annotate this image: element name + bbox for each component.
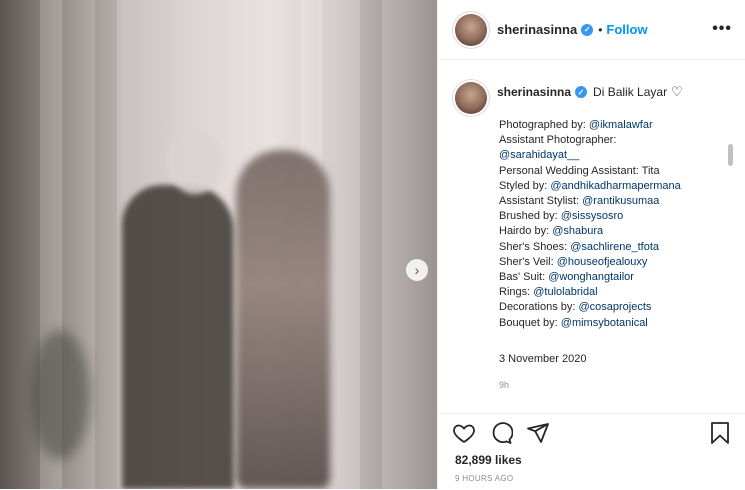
groom-silhouette [122, 185, 234, 489]
mention-link[interactable]: @cosaprojects [578, 301, 651, 313]
mention-link[interactable]: @rantikusumaa [582, 195, 659, 207]
caption-line: Personal Wedding Assistant: Tita [499, 164, 729, 179]
caption-line: Brushed by: @sissysosro [499, 209, 729, 224]
caption-label: Styled by: [499, 179, 551, 192]
caption-line: Bouquet by: @mimsybotanical [499, 316, 729, 331]
bouquet-silhouette [30, 330, 90, 460]
heart-icon: ♡ [671, 84, 683, 99]
caption-title: Di Balik Layar [593, 85, 668, 99]
post-side-panel: sherinasinna ✓ • Follow ••• sherinasinna… [437, 0, 745, 489]
caption-label: Bas' Suit: [499, 271, 549, 284]
mention-link[interactable]: @houseofjealouxy [557, 256, 648, 268]
caption-line: Decorations by: @cosaprojects [499, 300, 729, 315]
caption-label: Brushed by: [499, 210, 561, 223]
caption-label: Photographed by: [499, 119, 589, 131]
more-options-icon[interactable]: ••• [712, 20, 732, 38]
caption-line: Sher's Shoes: @sachlirene_tfota [499, 240, 729, 255]
like-button[interactable] [452, 421, 478, 447]
post-header: sherinasinna ✓ • Follow ••• [438, 0, 745, 60]
caption-line: Rings: @tulolabridal [499, 285, 729, 300]
caption-line: Assistant Stylist: @rantikusumaa [499, 194, 729, 209]
caption-date: 3 November 2020 [499, 353, 587, 365]
caption-label: Sher's Veil: [499, 255, 557, 268]
follow-button[interactable]: Follow [606, 22, 647, 37]
caption-label: Assistant Photographer: [499, 134, 617, 147]
likes-count[interactable]: 82,899 likes [455, 453, 522, 467]
post-photo[interactable]: › [0, 0, 437, 489]
caption-label: Assistant Stylist: [499, 195, 583, 208]
caption-age: 9h [499, 380, 510, 390]
caption-label: Decorations by: [499, 301, 579, 314]
mention-link[interactable]: @sissysosro [561, 210, 624, 222]
caption-line: Hairdo by: @shabura [499, 224, 729, 239]
save-button[interactable] [708, 421, 734, 447]
bride-silhouette [236, 150, 330, 489]
caption-label: Sher's Shoes: [499, 240, 571, 253]
mention-link[interactable]: @shabura [552, 225, 603, 237]
post-actions: 82,899 likes 9 HOURS AGO [438, 413, 745, 490]
next-arrow-icon[interactable]: › [406, 259, 428, 281]
post-timestamp[interactable]: 9 HOURS AGO [455, 474, 513, 483]
groom-head-silhouette [168, 130, 222, 194]
caption-label: Bouquet by: [499, 316, 561, 329]
mention-link[interactable]: @andhikadharmapermana [550, 180, 680, 192]
mention-link[interactable]: @ikmalawfar [589, 119, 653, 131]
heart-icon [453, 424, 475, 444]
comment-button[interactable] [489, 421, 515, 447]
caption-label: Personal Wedding Assistant: Tita [499, 164, 660, 177]
caption-body: Photographed by: @ikmalawfar Assistant Ph… [499, 118, 729, 331]
bookmark-icon [711, 422, 729, 444]
caption-scrollbar[interactable] [728, 144, 733, 166]
caption-line: Bas' Suit: @wonghangtailor [499, 270, 729, 285]
share-icon [527, 423, 549, 443]
caption-avatar[interactable] [455, 82, 487, 114]
mention-link[interactable]: @tulolabridal [533, 286, 597, 298]
comment-icon [492, 422, 514, 444]
avatar[interactable] [455, 13, 487, 46]
caption-area: sherinasinna ✓ Di Balik Layar ♡ Photogra… [438, 60, 734, 413]
mention-link[interactable]: @wonghangtailor [548, 271, 634, 283]
caption-line: Styled by: @andhikadharmapermana [499, 179, 729, 194]
caption-label: Rings: [499, 286, 534, 299]
verified-badge-icon: ✓ [575, 86, 588, 98]
caption-line: Photographed by: @ikmalawfar [499, 118, 729, 133]
caption-header: sherinasinna ✓ Di Balik Layar ♡ [497, 84, 683, 100]
header-username[interactable]: sherinasinna [497, 22, 577, 37]
caption-label: Hairdo by: [499, 225, 553, 238]
caption-username[interactable]: sherinasinna [497, 85, 571, 99]
share-button[interactable] [526, 421, 552, 447]
caption-line: Sher's Veil: @houseofjealouxy [499, 255, 729, 270]
mention-link[interactable]: @sarahidayat__ [499, 149, 579, 161]
mention-link[interactable]: @mimsybotanical [561, 317, 648, 329]
caption-line: @sarahidayat__ [499, 148, 729, 163]
separator-dot: • [598, 22, 603, 37]
mention-link[interactable]: @sachlirene_tfota [570, 241, 659, 253]
verified-badge-icon: ✓ [581, 23, 594, 36]
caption-line: Assistant Photographer: [499, 133, 729, 148]
curtain-fold [360, 0, 382, 489]
curtain-fold [95, 0, 117, 489]
